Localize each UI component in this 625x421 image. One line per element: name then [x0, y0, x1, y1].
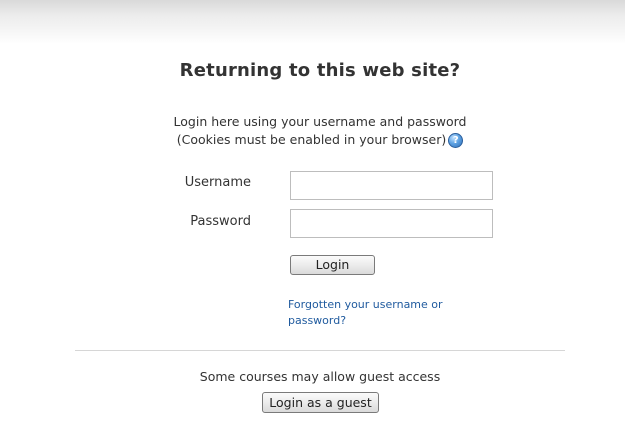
login-panel: Returning to this web site? Login here u… — [0, 0, 625, 421]
login-as-guest-button[interactable]: Login as a guest — [262, 392, 379, 413]
section-divider — [75, 350, 565, 351]
password-input[interactable] — [290, 209, 493, 238]
username-input[interactable] — [290, 171, 493, 200]
login-instructions-text: Login here using your username and passw… — [173, 114, 467, 129]
help-icon[interactable]: ? — [448, 133, 464, 148]
cookies-note: (Cookies must be enabled in your browser… — [0, 132, 625, 148]
page-title: Returning to this web site? — [179, 60, 461, 81]
cookies-note-text: (Cookies must be enabled in your browser… — [176, 132, 447, 147]
guest-access-note: Some courses may allow guest access — [199, 369, 441, 384]
login-button[interactable]: Login — [290, 255, 375, 275]
login-page: Returning to this web site? Login here u… — [0, 0, 625, 421]
username-label: Username — [184, 175, 251, 190]
help-icon-glyph: ? — [452, 135, 459, 146]
login-instructions: Login here using your username and passw… — [0, 114, 625, 129]
forgot-password-link[interactable]: Forgotten your username or password? — [288, 297, 478, 329]
password-label: Password — [190, 214, 251, 229]
